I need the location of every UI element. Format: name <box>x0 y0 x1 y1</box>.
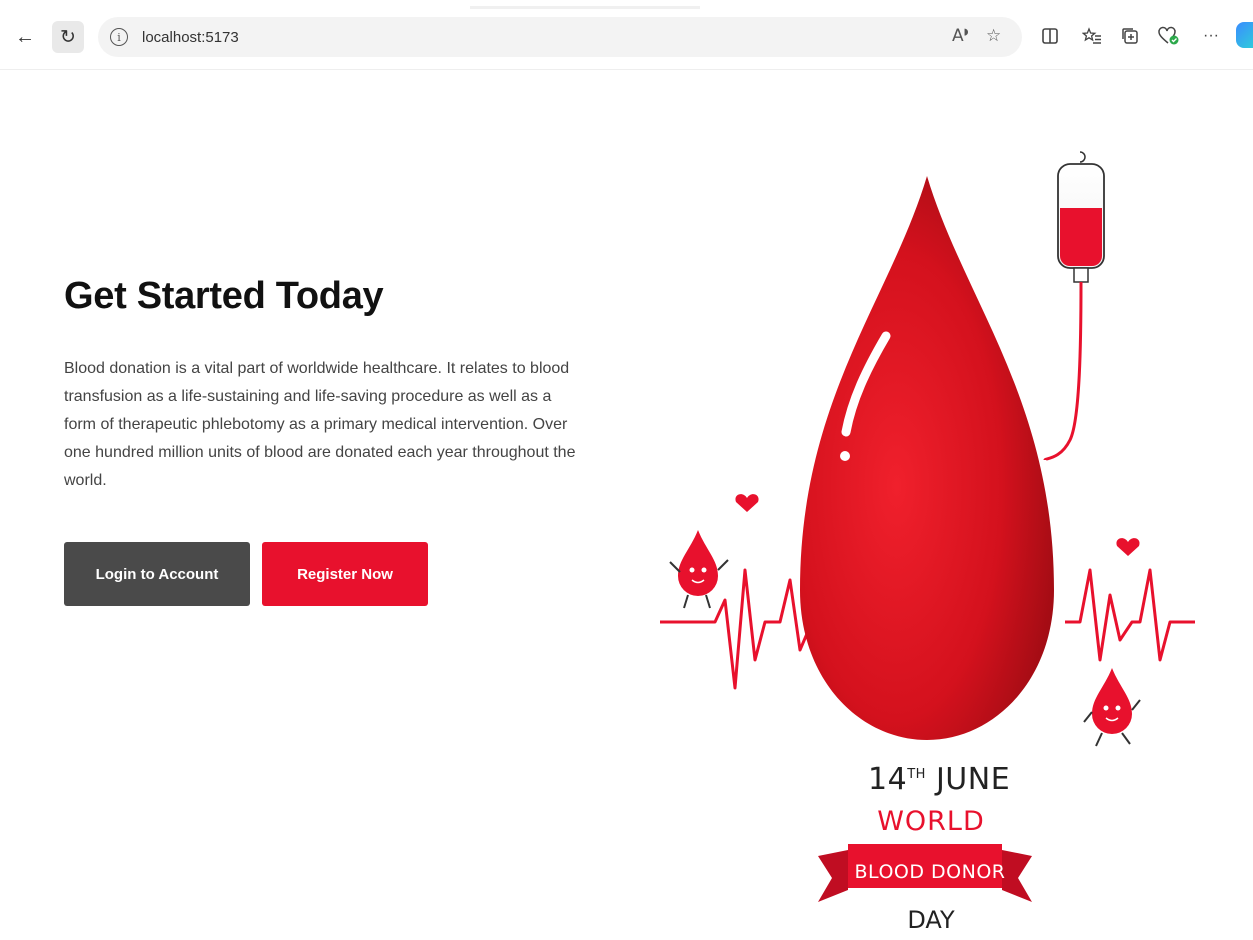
info-icon[interactable]: i <box>110 28 128 46</box>
droplet-character-right <box>1083 668 1141 747</box>
caption-world: WORLD <box>877 806 985 837</box>
page-title: Get Started Today <box>64 275 384 317</box>
hero-description: Blood donation is a vital part of worldw… <box>64 360 576 489</box>
login-button[interactable]: Login to Account <box>64 542 250 606</box>
register-button[interactable]: Register Now <box>262 542 428 606</box>
date-month: JUNE <box>935 762 1011 797</box>
blood-bag-icon <box>1043 151 1105 462</box>
back-arrow-icon[interactable]: ← <box>12 24 38 50</box>
event-date: 14TH JUNE <box>868 762 1010 797</box>
read-aloud-icon[interactable]: A◗ <box>952 26 968 46</box>
blood-drop-icon <box>800 176 1054 740</box>
copilot-icon[interactable] <box>1236 22 1253 48</box>
address-bar[interactable]: i localhost:5173 A◗ ☆ <box>98 17 1022 57</box>
more-icon[interactable]: ··· <box>1199 24 1223 48</box>
favorites-list-icon[interactable] <box>1080 24 1104 48</box>
date-suffix: TH <box>907 767 926 782</box>
heart-icon <box>735 494 759 512</box>
ribbon-text: BLOOD DONOR <box>854 861 1006 883</box>
browser-toolbar: ← ↻ i localhost:5173 A◗ ☆ ··· <box>0 0 1253 70</box>
star-icon[interactable]: ☆ <box>986 26 1001 46</box>
droplet-character-left <box>669 530 729 609</box>
date-number: 14 <box>868 762 908 797</box>
caption-day: DAY <box>907 906 955 934</box>
collections-icon[interactable] <box>1118 24 1142 48</box>
url-text[interactable]: localhost:5173 <box>142 29 239 46</box>
tab-strip <box>470 6 700 9</box>
browser-essentials-icon[interactable] <box>1157 24 1181 48</box>
split-screen-icon[interactable] <box>1038 24 1062 48</box>
heart-icon <box>1116 538 1140 556</box>
reload-icon[interactable]: ↻ <box>52 21 84 53</box>
